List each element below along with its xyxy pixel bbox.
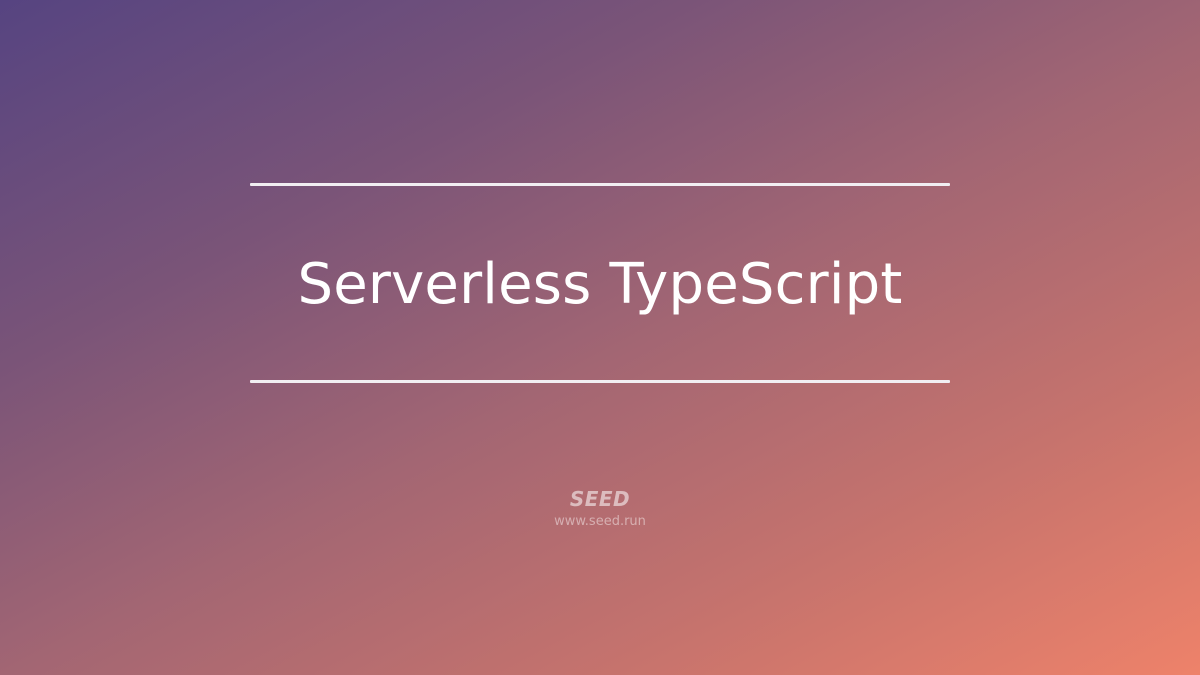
title-banner: Serverless TypeScript SEED www.seed.run xyxy=(0,0,1200,675)
page-title: Serverless TypeScript xyxy=(297,252,903,317)
bottom-divider xyxy=(250,380,950,383)
brand-url: www.seed.run xyxy=(554,514,646,529)
brand-logo: SEED xyxy=(569,487,631,511)
top-divider xyxy=(250,183,950,186)
